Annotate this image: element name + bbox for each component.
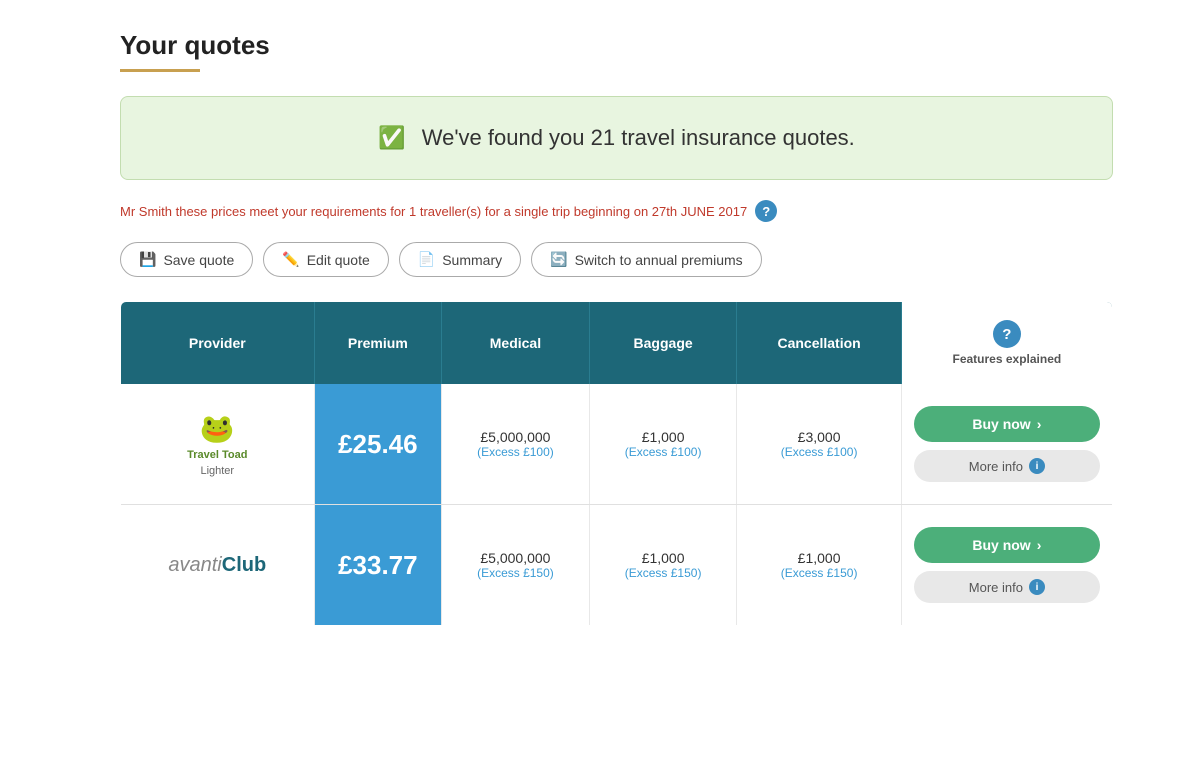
medical-excess-travel-toad: (Excess £100) [450,445,581,459]
action-bar: 💾 Save quote ✏️ Edit quote 📄 Summary 🔄 S… [120,242,1113,277]
medical-amount-avanti: £5,000,000 [450,550,581,566]
premium-amount-avanti: £33.77 [338,550,418,581]
baggage-excess-travel-toad: (Excess £100) [598,445,729,459]
info-bar-text: Mr Smith these prices meet your requirem… [120,204,747,219]
edit-quote-button[interactable]: ✏️ Edit quote [263,242,389,277]
baggage-cell-travel-toad: £1,000 (Excess £100) [589,384,737,505]
premium-cell-travel-toad: £25.46 [314,384,442,505]
page-title: Your quotes [120,30,1113,61]
switch-annual-button[interactable]: 🔄 Switch to annual premiums [531,242,762,277]
banner-text: We've found you 21 travel insurance quot… [422,125,855,150]
baggage-amount-travel-toad: £1,000 [598,429,729,445]
chevron-right-icon-avanti: › [1037,537,1042,553]
buy-now-button-travel-toad[interactable]: Buy now › [914,406,1100,442]
check-icon: ✅ [378,125,405,150]
summary-icon: 📄 [418,251,435,268]
more-info-button-travel-toad[interactable]: More info i [914,450,1100,482]
toad-icon: 🐸 [200,412,235,445]
features-help-icon[interactable]: ? [993,320,1021,348]
header-provider: Provider [121,302,315,385]
summary-label: Summary [442,252,502,268]
info-circle-icon-avanti: i [1029,579,1045,595]
more-info-button-avanti[interactable]: More info i [914,571,1100,603]
header-premium: Premium [314,302,442,385]
quotes-table: Provider Premium Medical Baggage Cancell… [120,301,1113,626]
cancellation-amount-avanti: £1,000 [745,550,892,566]
buy-now-label-avanti: Buy now [972,537,1030,553]
edit-icon: ✏️ [282,251,299,268]
header-cancellation: Cancellation [737,302,901,385]
cancellation-excess-avanti: (Excess £150) [745,566,892,580]
medical-excess-avanti: (Excess £150) [450,566,581,580]
header-medical: Medical [442,302,590,385]
medical-amount-travel-toad: £5,000,000 [450,429,581,445]
table-row: avantiClub £33.77 £5,000,000 (Excess £15… [121,505,1113,626]
table-row: 🐸 Travel Toad Lighter £25.46 £5,000,000 … [121,384,1113,505]
action-cell-travel-toad: Buy now › More info i [901,384,1112,505]
info-bar: Mr Smith these prices meet your requirem… [120,200,1113,222]
features-label: Features explained [953,352,1062,366]
save-icon: 💾 [139,251,156,268]
help-icon[interactable]: ? [755,200,777,222]
chevron-right-icon: › [1037,416,1042,432]
baggage-amount-avanti: £1,000 [598,550,729,566]
buy-now-label-travel-toad: Buy now [972,416,1030,432]
more-info-label-avanti: More info [969,580,1023,595]
cancellation-amount-travel-toad: £3,000 [745,429,892,445]
switch-label: Switch to annual premiums [575,252,743,268]
premium-amount-travel-toad: £25.46 [338,429,418,460]
premium-cell-avanti: £33.77 [314,505,442,626]
provider-cell-avanti: avantiClub [121,505,315,626]
save-quote-label: Save quote [163,252,234,268]
action-cell-avanti: Buy now › More info i [901,505,1112,626]
provider-name-travel-toad: Travel Toad [187,449,247,461]
table-header-row: Provider Premium Medical Baggage Cancell… [121,302,1113,385]
cancellation-cell-travel-toad: £3,000 (Excess £100) [737,384,901,505]
header-features: ? Features explained [901,302,1112,385]
medical-cell-avanti: £5,000,000 (Excess £150) [442,505,590,626]
provider-subtitle-travel-toad: Lighter [200,465,234,477]
summary-button[interactable]: 📄 Summary [399,242,521,277]
buy-now-button-avanti[interactable]: Buy now › [914,527,1100,563]
provider-name-avanti: avantiClub [168,554,266,577]
header-baggage: Baggage [589,302,737,385]
cancellation-excess-travel-toad: (Excess £100) [745,445,892,459]
edit-quote-label: Edit quote [307,252,370,268]
cancellation-cell-avanti: £1,000 (Excess £150) [737,505,901,626]
found-banner: ✅ We've found you 21 travel insurance qu… [120,96,1113,180]
switch-icon: 🔄 [550,251,567,268]
baggage-cell-avanti: £1,000 (Excess £150) [589,505,737,626]
save-quote-button[interactable]: 💾 Save quote [120,242,253,277]
more-info-label-travel-toad: More info [969,459,1023,474]
title-underline [120,69,200,72]
baggage-excess-avanti: (Excess £150) [598,566,729,580]
provider-cell-travel-toad: 🐸 Travel Toad Lighter [121,384,315,505]
medical-cell-travel-toad: £5,000,000 (Excess £100) [442,384,590,505]
info-circle-icon: i [1029,458,1045,474]
